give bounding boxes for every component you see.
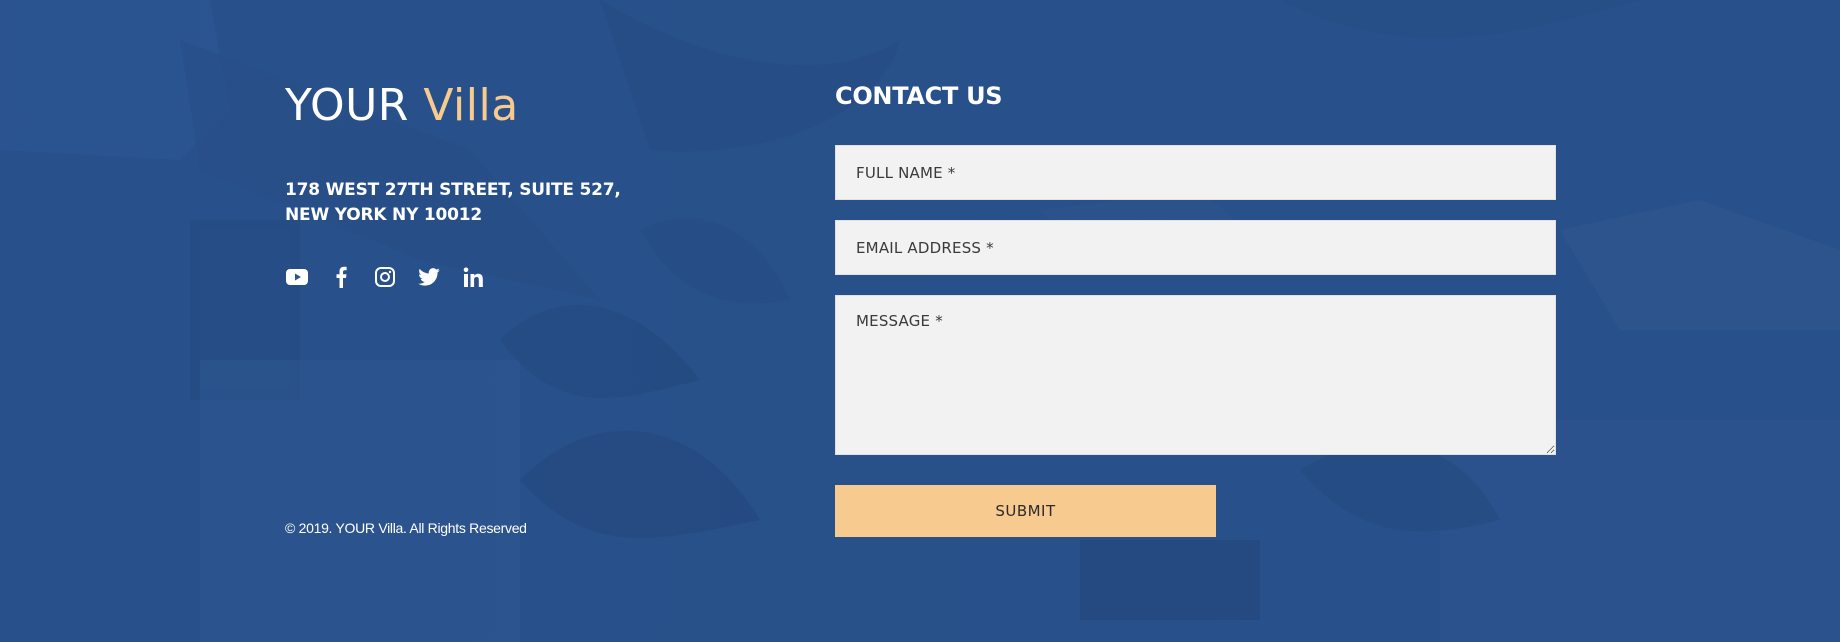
full-name-input[interactable] (835, 145, 1556, 200)
email-input[interactable] (835, 220, 1556, 275)
contact-title: CONTACT US (835, 82, 1003, 110)
youtube-glyph (286, 269, 308, 285)
youtube-icon[interactable] (285, 265, 309, 289)
linkedin-icon[interactable] (461, 265, 485, 289)
brand-word-villa: Villa (423, 80, 519, 131)
address: 178 WEST 27TH STREET, SUITE 527, NEW YOR… (285, 178, 621, 228)
instagram-glyph (375, 267, 395, 287)
address-line-1: 178 WEST 27TH STREET, SUITE 527, (285, 180, 621, 200)
message-textarea[interactable] (835, 295, 1556, 455)
twitter-icon[interactable] (417, 265, 441, 289)
twitter-glyph (418, 268, 440, 286)
instagram-icon[interactable] (373, 265, 397, 289)
brand-word-your: YOUR (285, 80, 409, 131)
address-line-2: NEW YORK NY 10012 (285, 205, 483, 225)
contact-footer: YOUR Villa 178 WEST 27TH STREET, SUITE 5… (0, 0, 1840, 642)
submit-button[interactable]: SUBMIT (835, 485, 1216, 537)
brand-logo[interactable]: YOUR Villa (285, 78, 519, 134)
copyright-text: © 2019. YOUR Villa. All Rights Reserved (285, 520, 527, 536)
facebook-icon[interactable] (329, 265, 353, 289)
linkedin-glyph (463, 267, 483, 287)
facebook-glyph (336, 266, 347, 288)
social-links (285, 265, 505, 289)
